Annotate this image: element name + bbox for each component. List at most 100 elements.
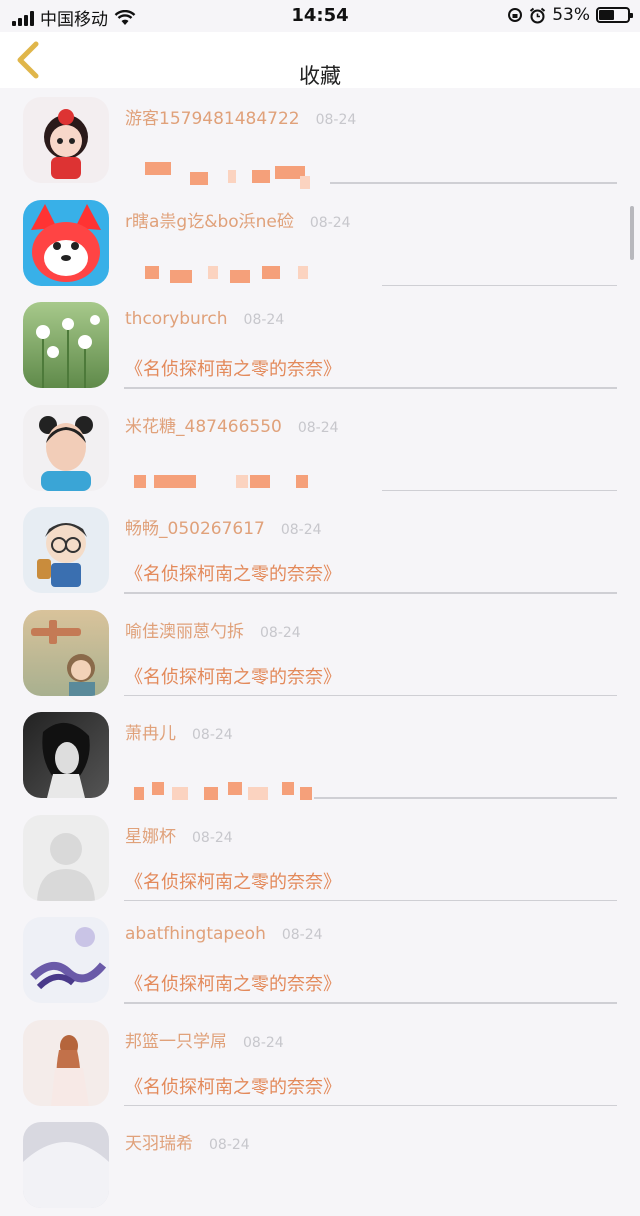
row-divider: [124, 899, 617, 901]
obscured-content: [230, 270, 250, 283]
favorite-title[interactable]: 《名侦探柯南之零的奈奈》: [125, 560, 341, 586]
favorite-title[interactable]: 《名侦探柯南之零的奈奈》: [125, 663, 341, 689]
date-label: 08-24: [260, 624, 301, 641]
date-label: 08-24: [192, 829, 233, 846]
row-divider: [330, 182, 617, 184]
user-name-text: 畅畅_050267617: [125, 519, 265, 539]
obscured-content: [236, 475, 248, 488]
obscured-content: [145, 162, 171, 175]
user-name-text: 天羽瑞希: [125, 1134, 193, 1154]
date-label: 08-24: [209, 1137, 250, 1153]
status-right: 53%: [507, 5, 633, 25]
user-name-text: 米花糖_487466550: [125, 416, 282, 437]
obscured-content: [228, 170, 236, 183]
favorite-title[interactable]: 《名侦探柯南之零的奈奈》: [125, 868, 341, 894]
avatar[interactable]: [23, 507, 109, 593]
list-item[interactable]: 星娜杯 08-24 《名侦探柯南之零的奈奈》: [0, 806, 640, 909]
battery-icon: [596, 7, 633, 23]
obscured-content: [228, 782, 242, 795]
obscured-content: [190, 172, 208, 185]
list-item[interactable]: 萧冉儿 08-24: [0, 703, 640, 806]
row-divider: [124, 387, 617, 389]
row-divider: [382, 489, 617, 491]
obscured-content: [282, 782, 294, 795]
user-name: 天羽瑞希 08-24: [125, 1129, 250, 1154]
avatar[interactable]: [23, 302, 109, 388]
favorite-title[interactable]: 《名侦探柯南之零的奈奈》: [125, 970, 341, 996]
user-name: r瞎a祟g讫&bo浜ne硷 08-24: [125, 207, 351, 232]
avatar[interactable]: [23, 1122, 109, 1208]
nav-bar: 收藏: [0, 32, 640, 88]
user-name-text: 游客1579481484722: [125, 109, 300, 129]
date-label: 08-24: [297, 419, 339, 436]
obscured-content: [172, 787, 188, 800]
avatar[interactable]: [23, 1019, 109, 1106]
status-bar: 中国移动 14:54 53%: [0, 0, 640, 32]
user-name: 游客1579481484722 08-24: [125, 104, 356, 129]
page-title: 收藏: [299, 64, 341, 88]
row-divider: [314, 797, 617, 799]
battery-percent: 53%: [552, 5, 590, 25]
obscured-content: [145, 266, 159, 279]
list-item[interactable]: 邦篮一只学屌 08-24 《名侦探柯南之零的奈奈》: [0, 1011, 640, 1114]
favorites-list: 游客1579481484722 08-24 r瞎a祟g讫&bo浜ne硷 08-24 th…: [0, 88, 640, 1216]
avatar[interactable]: [23, 609, 109, 696]
list-item[interactable]: 米花糖_487466550 08-24: [0, 396, 640, 499]
favorite-title[interactable]: 《名侦探柯南之零的奈奈》: [125, 355, 341, 381]
avatar[interactable]: [23, 712, 109, 798]
user-name-text: 星娜杯: [125, 826, 176, 847]
date-label: 08-24: [243, 312, 285, 328]
scrollbar[interactable]: [630, 206, 634, 260]
list-item[interactable]: 游客1579481484722 08-24: [0, 88, 640, 191]
obscured-content: [170, 270, 192, 283]
list-item[interactable]: 喻佳澳丽蒽勺拆 08-24 《名侦探柯南之零的奈奈》: [0, 601, 640, 704]
obscured-content: [300, 176, 310, 189]
obscured-content: [250, 475, 270, 488]
user-name: 邦篮一只学屌 08-24: [125, 1027, 284, 1052]
avatar[interactable]: [23, 917, 109, 1003]
obscured-content: [152, 782, 164, 795]
obscured-content: [248, 787, 268, 800]
obscured-content: [134, 787, 144, 800]
avatar[interactable]: [23, 814, 109, 901]
user-name-text: r瞎a祟g讫&bo浜ne硷: [125, 211, 294, 232]
user-name: 米花糖_487466550 08-24: [125, 412, 339, 437]
obscured-content: [262, 266, 280, 279]
list-item[interactable]: 天羽瑞希 08-24: [0, 1113, 640, 1216]
user-name: 星娜杯 08-24: [125, 822, 233, 847]
obscured-content: [134, 475, 146, 488]
favorite-title[interactable]: 《名侦探柯南之零的奈奈》: [125, 1073, 341, 1099]
user-name: 萧冉儿 08-24: [125, 719, 233, 744]
obscured-content: [208, 266, 218, 279]
user-name-text: abatfhingtapeoh: [125, 924, 266, 944]
user-name-text: 喻佳澳丽蒽勺拆: [125, 621, 244, 642]
avatar[interactable]: [23, 404, 109, 491]
date-label: 08-24: [280, 522, 322, 538]
user-name: 畅畅_050267617 08-24: [125, 514, 322, 539]
user-name: 喻佳澳丽蒽勺拆 08-24: [125, 617, 301, 642]
obscured-content: [252, 170, 270, 183]
avatar[interactable]: [23, 97, 109, 183]
obscured-content: [298, 266, 308, 279]
obscured-content: [300, 787, 312, 800]
list-item[interactable]: thcoryburch 08-24 《名侦探柯南之零的奈奈》: [0, 293, 640, 396]
date-label: 08-24: [315, 112, 357, 128]
date-label: 08-24: [192, 727, 233, 743]
orientation-lock-icon: [508, 8, 523, 22]
list-item[interactable]: r瞎a祟g讫&bo浜ne硷 08-24: [0, 191, 640, 294]
alarm-icon: [530, 7, 546, 23]
user-name-text: 萧冉儿: [125, 724, 176, 744]
list-item[interactable]: abatfhingtapeoh 08-24 《名侦探柯南之零的奈奈》: [0, 908, 640, 1011]
user-name: thcoryburch 08-24: [125, 309, 284, 329]
user-name-text: 邦篮一只学屌: [125, 1031, 227, 1052]
obscured-content: [154, 475, 196, 488]
user-name: abatfhingtapeoh 08-24: [125, 924, 323, 944]
date-label: 08-24: [309, 214, 351, 231]
row-divider: [124, 694, 617, 696]
user-name-text: thcoryburch: [125, 309, 228, 329]
obscured-content: [296, 475, 308, 488]
list-item[interactable]: 畅畅_050267617 08-24 《名侦探柯南之零的奈奈》: [0, 498, 640, 601]
date-label: 08-24: [281, 927, 323, 943]
avatar[interactable]: [23, 199, 109, 286]
row-divider: [124, 1104, 617, 1106]
